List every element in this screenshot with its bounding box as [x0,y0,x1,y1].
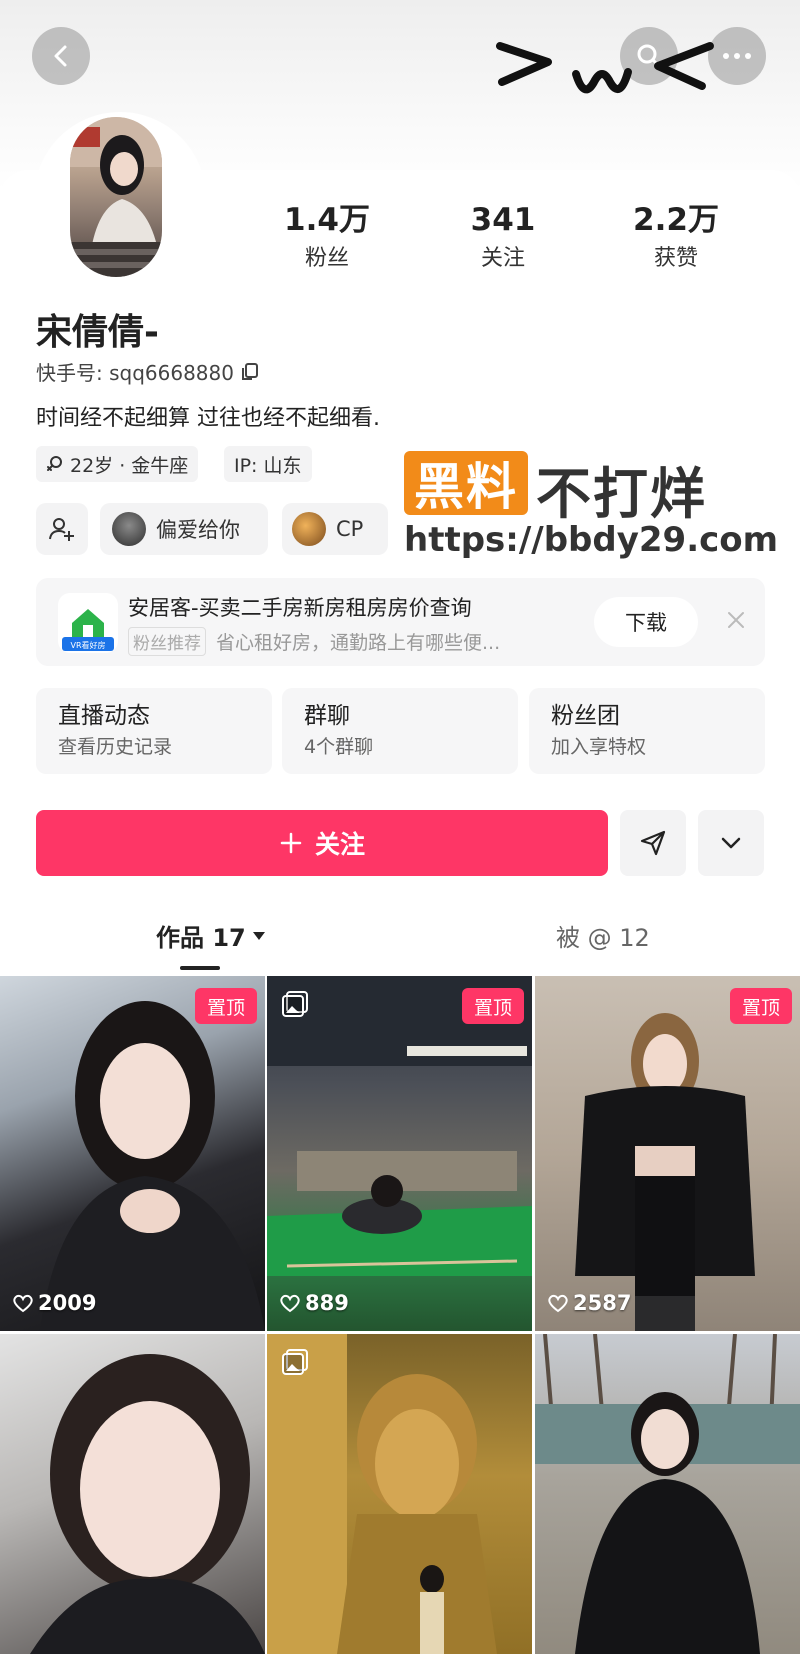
stat-likes[interactable]: 2.2万 获赞 [601,200,751,276]
like-count: 2009 [12,1291,96,1315]
share-button[interactable] [620,810,686,876]
feature-subtitle: 加入享特权 [551,736,647,758]
more-options-button[interactable] [698,810,764,876]
gallery-icon [282,991,308,1017]
stat-followers[interactable]: 1.4万 粉丝 [252,200,402,276]
video-thumbnail[interactable]: 置顶 889 [267,976,532,1331]
female-icon [47,456,62,471]
friend-avatar [112,512,146,546]
house-icon: VR看好房 [62,609,114,651]
video-thumbnail[interactable]: 置顶 2587 [535,976,800,1331]
live-history-card[interactable]: 直播动态 查看历史记录 [36,688,272,774]
ad-banner[interactable]: VR看好房 安居客-买卖二手房新房租房房价查询 粉丝推荐 省心租好房，通勤路上有… [36,578,765,666]
avatar[interactable] [70,117,162,277]
watermark-badge: 黑料 [404,451,528,516]
cp-button[interactable]: CP [282,503,388,555]
ad-icon-label: VR看好房 [70,640,105,650]
tab-mentioned-label: 被 @ 12 [556,924,650,952]
handwritten-scribble [496,42,714,94]
follow-label: 关注 [314,830,365,859]
like-count: 2587 [547,1291,631,1315]
watermark-text: 不打烊 [536,462,708,526]
stat-value: 1.4万 [284,202,370,238]
kuaishou-id: 快手号: sqq6668880 [36,357,260,386]
thumbnail-image [267,976,532,1276]
like-count-text: 889 [305,1291,349,1315]
ad-title: 安居客-买卖二手房新房租房房价查询 [128,596,472,620]
fan-club-card[interactable]: 粉丝团 加入享特权 [529,688,765,774]
watermark-url: https://bbdy29.com [404,520,779,560]
like-count-text: 2587 [573,1291,632,1315]
video-thumbnail[interactable]: 置顶 2009 [0,976,265,1331]
tab-active-indicator [180,966,220,970]
stat-following[interactable]: 341 关注 [428,200,578,276]
send-icon [640,830,666,856]
video-thumbnail[interactable] [267,1334,532,1654]
ad-subtitle: 省心租好房，通勤路上有哪些便... [216,632,501,654]
chevron-down-icon [721,837,741,849]
thumbnail-image [535,1334,800,1654]
feature-subtitle: 4个群聊 [304,736,374,758]
tab-works[interactable]: 作品 17 [156,918,266,953]
heart-icon [280,1294,300,1313]
video-thumbnail[interactable] [535,1334,800,1654]
video-thumbnail[interactable] [0,1334,265,1654]
feature-title: 粉丝团 [551,703,620,729]
add-friend-icon [49,518,74,541]
back-button[interactable] [32,27,90,85]
heart-icon [13,1294,33,1313]
thumbnail-image [30,1354,265,1654]
cp-avatar [292,512,326,546]
ad-download-button[interactable]: 下载 [594,597,698,647]
copy-icon[interactable] [240,362,260,382]
age-tag-text: 22岁 · 金牛座 [70,454,189,477]
age-tag: 22岁 · 金牛座 [36,446,199,482]
pinned-badge: 置顶 [730,988,792,1024]
feature-title: 直播动态 [58,703,150,729]
tab-works-label: 作品 17 [156,924,246,952]
ad-close-button[interactable] [716,600,756,640]
add-friend-button[interactable] [36,503,88,555]
ip-tag: IP: 山东 [224,446,312,482]
cp-label: CP [336,517,364,541]
thumbnail-image [267,1334,497,1654]
ad-app-icon: VR看好房 [58,593,118,653]
kuaishou-id-text: 快手号: sqq6668880 [36,361,234,385]
stat-value: 2.2万 [633,202,719,238]
heart-icon [548,1294,568,1313]
ad-tag: 粉丝推荐 [128,627,206,656]
pinned-badge: 置顶 [195,988,257,1024]
thumbnail-image [575,1013,755,1331]
stat-label: 粉丝 [304,246,349,271]
pian-ai-button[interactable]: 偏爱给你 [100,503,268,555]
bio: 时间经不起细算 过往也经不起细看. [36,406,380,431]
pinned-badge: 置顶 [462,988,524,1024]
thumbnail-image [40,1001,265,1331]
feature-title: 群聊 [304,703,350,729]
follow-button[interactable]: 关注 [36,810,608,876]
chevron-left-icon [54,45,67,67]
plus-icon [280,832,302,854]
caret-down-icon [252,931,265,940]
stat-value: 341 [470,202,536,238]
username: 宋倩倩- [36,312,159,353]
pian-ai-label: 偏爱给你 [156,518,240,542]
tab-mentioned[interactable]: 被 @ 12 [556,918,650,953]
like-count-text: 2009 [38,1291,97,1315]
feature-subtitle: 查看历史记录 [58,736,173,758]
like-count: 889 [279,1291,349,1315]
stat-label: 获赞 [653,246,698,271]
close-icon [728,612,744,628]
stat-label: 关注 [480,246,525,271]
gallery-icon [282,1349,308,1375]
group-chat-card[interactable]: 群聊 4个群聊 [282,688,518,774]
ip-tag-text: IP: 山东 [234,454,302,477]
avatar-image [70,117,162,277]
